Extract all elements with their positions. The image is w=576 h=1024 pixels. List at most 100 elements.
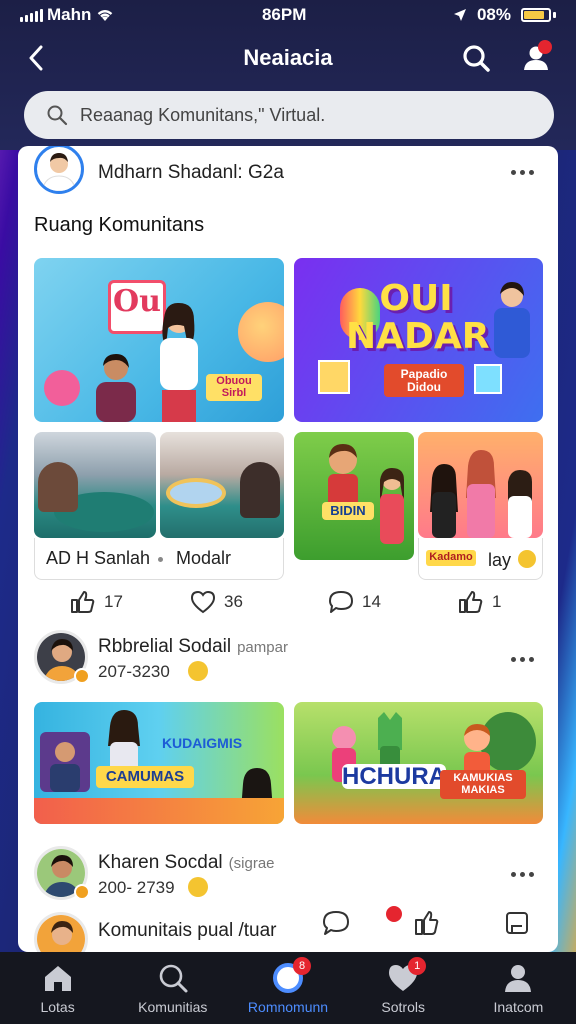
reaction-count: 17 [104, 592, 123, 611]
tab-social[interactable]: 1 Sotrols [346, 952, 461, 1024]
post-header: Mdharn Shadanl: G2a [18, 146, 558, 206]
bullet-separator [158, 557, 163, 562]
cartoon-character [380, 468, 404, 544]
search-icon [47, 105, 68, 126]
reaction-love[interactable]: 36 [190, 590, 243, 614]
decor-sun [238, 302, 284, 362]
reaction-comment[interactable]: 14 [328, 590, 381, 614]
person-illustration [466, 450, 496, 538]
search-icon [156, 961, 190, 995]
home-icon [41, 961, 75, 995]
section-title: Ruang Komunitans [34, 214, 205, 236]
card-title: OUI NADAR [346, 278, 490, 357]
search-text: Reaanag Komunitans," Virtual. [80, 104, 326, 125]
caption-badge: Kadamo [426, 550, 476, 566]
thumbs-up-icon [71, 591, 95, 613]
reaction-like[interactable]: 17 [70, 590, 123, 614]
post-meta: 200- 2739 [98, 878, 175, 898]
avatar-image [37, 915, 85, 952]
media-card[interactable]: Ou Obuou Sirbl [34, 258, 284, 422]
tab-communities[interactable]: Komunitias [115, 952, 230, 1024]
photo-card[interactable] [160, 432, 284, 538]
people-shape [240, 462, 280, 518]
comment-icon [329, 591, 353, 613]
post-meta: 207-3230 [98, 662, 170, 682]
photo-sticker [318, 360, 350, 394]
battery-tip [553, 12, 556, 18]
tab-badge: 1 [408, 957, 427, 975]
media-card[interactable]: OUI NADAR Papadio Didou [294, 258, 543, 422]
post-author[interactable]: Komunitais pual /tuar [98, 920, 277, 942]
thumbs-up-icon [459, 591, 483, 613]
notification-dot [538, 40, 552, 54]
meta-text: 200- 2739 [98, 878, 175, 897]
more-options-button[interactable] [507, 162, 537, 182]
tab-home[interactable]: Lotas [0, 952, 115, 1024]
bookmark-button[interactable] [504, 910, 532, 938]
tab-label: Sotrols [381, 999, 425, 1015]
reaction-count: 1 [492, 592, 502, 611]
post-author[interactable]: Kharen Socdal (sigrae [98, 852, 275, 874]
community-icon: 8 [271, 957, 311, 995]
feed: Mdharn Shadanl: G2a Ruang Komunitans Ou … [18, 146, 558, 952]
location-arrow-icon [453, 9, 466, 21]
tab-label: Inatcom [493, 999, 544, 1015]
more-options-button[interactable] [507, 649, 537, 669]
caption-label: Modalr [176, 548, 232, 568]
emoji-icon [188, 661, 208, 681]
tab-label: Lotas [40, 999, 75, 1015]
post-author[interactable]: Mdharn Shadanl: G2a [98, 162, 284, 184]
profile-button[interactable] [516, 40, 556, 76]
emoji-icon [518, 550, 536, 568]
reaction-count: 36 [224, 592, 243, 611]
battery-percent: 08% [476, 5, 511, 24]
photo-card[interactable] [34, 432, 156, 538]
person-illustration [494, 282, 530, 358]
reaction-like[interactable]: 1 [458, 590, 501, 614]
avatar-image [41, 153, 77, 191]
card-badge: CAMUMAS [96, 766, 194, 788]
media-card[interactable]: HCHURA KAMUKIAS MAKIAS [294, 702, 543, 824]
search-icon [463, 45, 490, 72]
media-card[interactable]: KUDAIGMIS CAMUMAS [34, 702, 284, 824]
media-card[interactable] [418, 432, 543, 538]
comment-icon [323, 911, 349, 935]
tab-label: Romnomunn [247, 999, 329, 1015]
status-time: 86PM [261, 5, 307, 24]
media-card[interactable]: BIDIN [294, 432, 414, 560]
people-shape [38, 462, 78, 512]
card-badge: BIDIN [322, 502, 374, 520]
wifi-icon [98, 10, 113, 21]
author-name: Rbbrelial Sodail [98, 636, 232, 657]
avatar[interactable] [34, 146, 84, 194]
heart-icon [190, 590, 216, 614]
more-options-button[interactable] [507, 864, 537, 884]
person-illustration [508, 470, 532, 538]
author-subtitle: pampar [237, 639, 288, 656]
carrier-name: Mahn [47, 5, 92, 24]
person-illustration [96, 354, 136, 422]
bookmark-icon [506, 912, 528, 934]
decor-ball [44, 370, 80, 406]
comment-button[interactable] [322, 910, 352, 938]
photo-sticker [474, 364, 502, 394]
card-title: HCHURA [342, 763, 446, 790]
tab-community-room[interactable]: 8 Romnomunn [230, 952, 345, 1024]
search-button[interactable] [458, 40, 494, 76]
tab-profile[interactable]: Inatcom [461, 952, 576, 1024]
card-badge: Papadio Didou [384, 364, 464, 398]
search-input[interactable]: Reaanag Komunitans," Virtual. [24, 91, 554, 139]
cartoon-character [378, 712, 402, 770]
share-button[interactable] [412, 910, 442, 938]
caption-label: lay [488, 550, 512, 570]
verified-badge [74, 884, 90, 900]
author-subtitle: (sigrae [228, 855, 275, 872]
author-name: Mdharn Shadanl: G2a [98, 162, 284, 183]
author-name: Komunitais pual /tuar [98, 920, 277, 941]
avatar[interactable] [34, 912, 88, 952]
signal-icon [20, 8, 43, 22]
post-author[interactable]: Rbbrelial Sodail pampar [98, 636, 288, 658]
back-button[interactable] [18, 40, 54, 76]
card-title: KUDAIGMIS [161, 735, 243, 751]
meta-text: 207-3230 [98, 662, 170, 681]
